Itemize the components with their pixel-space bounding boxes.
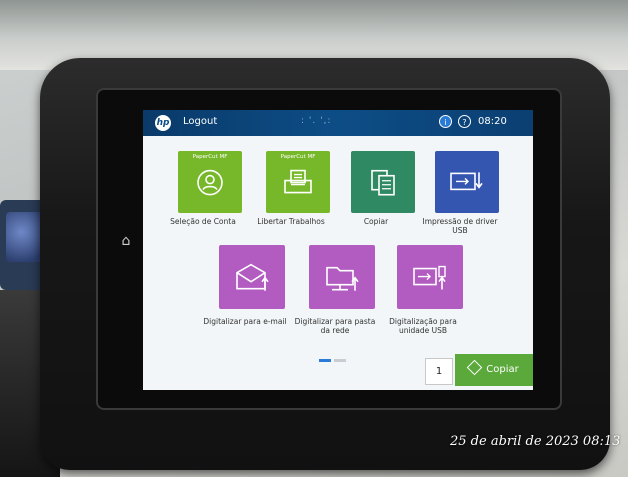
status-bar: hp Logout : '. ',: i ? 08:20 <box>143 110 533 136</box>
logout-button[interactable]: Logout <box>183 116 217 127</box>
tile-label: Impressão de driver USB <box>422 217 498 235</box>
tile-label: Digitalizar para pasta da rede <box>294 317 376 335</box>
touch-screen: hp Logout : '. ',: i ? 08:20 PaperCut MF… <box>143 110 533 390</box>
papercut-brand: PaperCut MF <box>280 154 316 160</box>
tile-box: PaperCut MF <box>266 151 330 213</box>
page-indicator[interactable] <box>319 347 349 366</box>
tile-copy[interactable]: Copiar <box>344 151 422 226</box>
tile-box <box>397 245 463 309</box>
page-dot-1[interactable] <box>319 359 331 362</box>
tile-scan-network-folder[interactable]: Digitalizar para pasta da rede <box>295 245 381 335</box>
device-glow <box>6 212 44 262</box>
copies-count-field[interactable]: 1 <box>425 358 453 385</box>
home-icon[interactable]: ⌂ <box>118 233 134 249</box>
page-dot-2[interactable] <box>334 359 346 362</box>
photo-timestamp: 25 de abril de 2023 08:13 <box>450 434 621 449</box>
tile-box <box>435 151 499 213</box>
user-icon <box>196 169 224 201</box>
copy-button-label: Copiar <box>486 364 519 375</box>
papercut-brand: PaperCut MF <box>192 154 228 160</box>
envelope-icon <box>234 263 270 297</box>
tile-usb-print[interactable]: Impressão de driver USB <box>422 151 506 235</box>
tile-scan-email[interactable]: Digitalizar para e-mail <box>203 245 291 326</box>
start-icon <box>466 359 483 376</box>
tray-icon <box>282 169 314 201</box>
usb-print-icon <box>449 169 485 199</box>
tile-account-selection[interactable]: PaperCut MF Seleção de Conta <box>170 151 249 226</box>
tile-label: Digitalizar para e-mail <box>203 317 287 326</box>
tile-box <box>309 245 375 309</box>
status-text: : '. ',: <box>301 116 332 126</box>
hp-logo: hp <box>155 115 171 131</box>
tile-scan-usb[interactable]: Digitalização para unidade USB <box>389 245 469 335</box>
clock: 08:20 <box>478 116 507 127</box>
tile-release-jobs[interactable]: PaperCut MF Libertar Trabalhos <box>257 151 337 226</box>
tile-label: Copiar <box>363 217 389 226</box>
tile-label: Seleção de Conta <box>170 217 236 226</box>
tile-box: PaperCut MF <box>178 151 242 213</box>
tile-label: Libertar Trabalhos <box>257 217 325 226</box>
usb-scan-icon <box>412 264 448 296</box>
tile-label: Digitalização para unidade USB <box>389 317 457 335</box>
copy-icon <box>368 168 398 202</box>
tile-box <box>219 245 285 309</box>
network-folder-icon <box>324 263 360 297</box>
help-icon[interactable]: ? <box>458 115 471 128</box>
info-icon[interactable]: i <box>439 115 452 128</box>
copy-start-button[interactable]: Copiar <box>455 354 533 386</box>
tile-box <box>351 151 415 213</box>
